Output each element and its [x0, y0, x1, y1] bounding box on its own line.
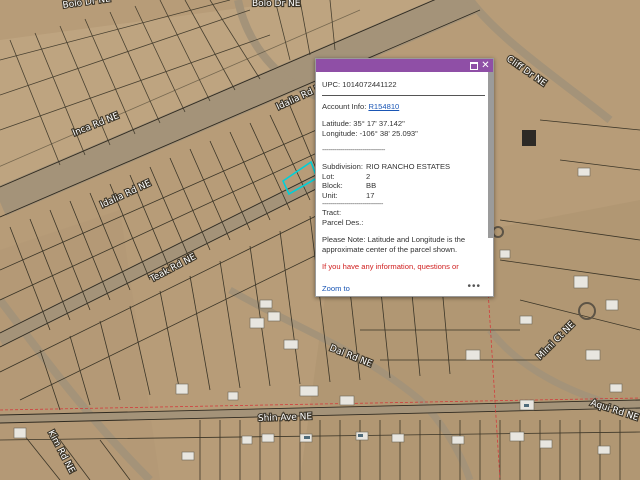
- lat-long-note: Please Note: Latitude and Longitude is t…: [322, 235, 466, 254]
- divider-dashes: ------------------------------: [322, 199, 383, 208]
- longitude: Longitude: -106° 38' 25.093": [322, 128, 418, 138]
- divider-dashes: -------------------------------: [322, 145, 385, 154]
- block-label: Block:: [322, 181, 343, 190]
- latitude: Latitude: 35° 17' 37.142": [322, 119, 405, 128]
- info-request-note: If you have any information, questions o…: [322, 262, 459, 271]
- parcel-info-popup: ✕ UPC: 1014072441122 Account Info: R1548…: [315, 58, 494, 297]
- divider: [322, 94, 485, 96]
- subdivision-row: Subdivision: RIO RANCHO ESTATES: [322, 162, 493, 172]
- zoom-to-link[interactable]: Zoom to: [322, 284, 350, 293]
- road-label: Shin Ave NE: [258, 412, 313, 424]
- popup-content[interactable]: UPC: 1014072441122 Account Info: R154810…: [316, 72, 493, 284]
- road-label: Bolo Dr NE: [252, 0, 301, 9]
- lot-label: Lot:: [322, 171, 335, 181]
- parcel-des-label: Parcel Des.:: [322, 217, 364, 227]
- more-options-icon[interactable]: •••: [467, 281, 481, 292]
- block-value: BB: [366, 181, 377, 190]
- close-icon[interactable]: ✕: [480, 60, 491, 71]
- account-label: Account Info:: [322, 101, 369, 111]
- subdivision-label: Subdivision:: [322, 162, 363, 171]
- lot-value: 2: [366, 171, 371, 181]
- lot-row: Lot: 2: [322, 172, 493, 182]
- popup-footer: Zoom to •••: [322, 281, 487, 294]
- maximize-icon[interactable]: [468, 60, 479, 71]
- subdivision-value: RIO RANCHO ESTATES: [366, 162, 451, 171]
- block-row: Block: BB: [322, 181, 493, 191]
- account-info: Account Info: R154810: [322, 102, 493, 112]
- upc-value: UPC: 1014072441122: [322, 80, 397, 89]
- tract-label: Tract:: [322, 208, 342, 217]
- popup-titlebar: ✕: [316, 59, 493, 72]
- account-link[interactable]: R154810: [368, 102, 399, 111]
